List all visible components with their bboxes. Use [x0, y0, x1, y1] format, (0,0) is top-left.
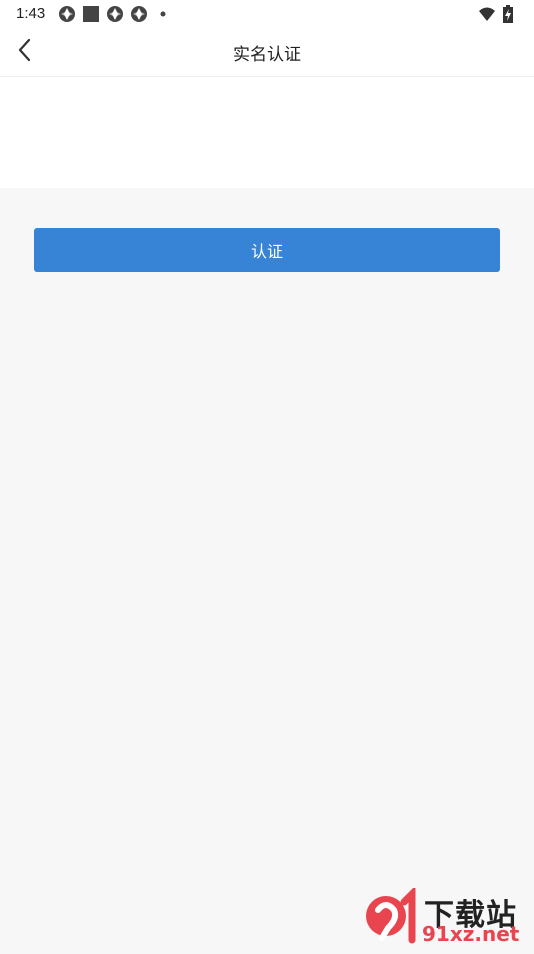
status-time: 1:43	[16, 5, 46, 22]
app-notification-icon	[130, 5, 148, 23]
watermark-brand-bottom: 91xz.net	[422, 922, 520, 946]
status-notifications	[58, 5, 172, 23]
page-title: 实名认证	[233, 45, 301, 65]
battery-charging-icon	[502, 5, 520, 23]
wifi-icon	[478, 5, 496, 23]
app-bar: 实名认证	[0, 28, 534, 77]
app-notification-icon	[106, 5, 124, 23]
square-notification-icon	[82, 5, 100, 23]
verify-button[interactable]: 认证	[34, 228, 500, 272]
status-system	[478, 5, 520, 23]
watermark-badge-icon	[366, 885, 416, 944]
form-area	[0, 77, 534, 188]
status-bar: 1:43	[0, 0, 534, 28]
dot-icon	[154, 5, 172, 23]
watermark-logo: 下载站 91xz.net	[360, 885, 532, 950]
app-notification-icon	[58, 5, 76, 23]
